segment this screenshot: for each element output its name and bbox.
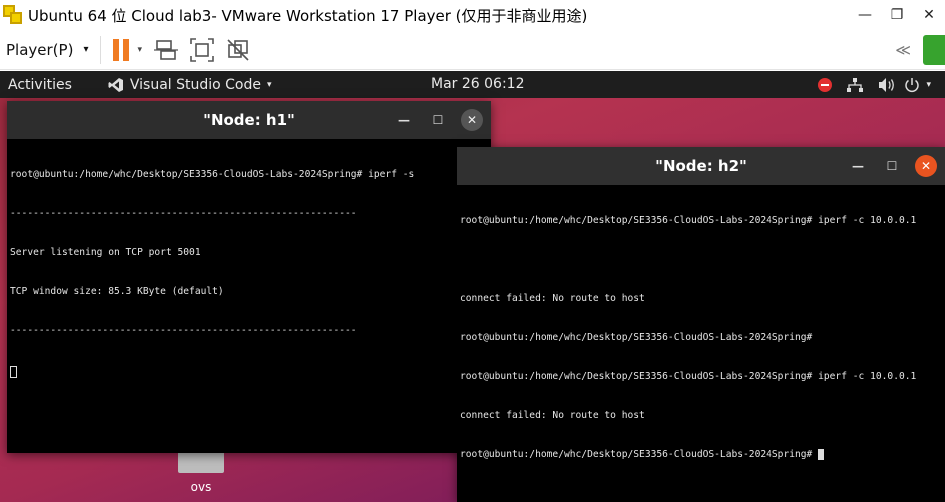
terminal-title-bar[interactable]: "Node: h1" — ☐ ✕ <box>7 101 491 139</box>
terminal-line: root@ubuntu:/home/whc/Desktop/SE3356-Clo… <box>10 169 415 180</box>
terminal-cursor <box>818 448 825 460</box>
terminal-line: connect failed: No route to host <box>460 293 645 304</box>
toolbar-right: ≪ <box>895 30 945 70</box>
send-ctrl-alt-del-icon[interactable] <box>154 38 178 62</box>
minimize-window-button[interactable]: — <box>849 0 881 30</box>
vmware-side-tab[interactable] <box>923 35 945 65</box>
restore-window-button[interactable]: ❐ <box>881 0 913 30</box>
fit-guest-icon[interactable] <box>190 37 214 62</box>
power-icon[interactable] <box>904 77 920 93</box>
terminal-line: connect failed: No route to host <box>460 410 645 421</box>
network-wired-icon[interactable] <box>846 77 864 93</box>
terminal-line: root@ubuntu:/home/whc/Desktop/SE3356-Clo… <box>460 371 917 382</box>
pause-icon-bar <box>123 38 130 61</box>
window-controls: — ❐ ✕ <box>849 0 945 30</box>
pause-vm-button[interactable]: ▾ <box>113 38 142 61</box>
minimize-terminal-button[interactable]: — <box>393 109 415 131</box>
unity-mode-disabled-icon[interactable] <box>226 38 250 62</box>
terminal-prompt: root@ubuntu:/home/whc/Desktop/SE3356-Clo… <box>460 449 819 460</box>
maximize-terminal-button[interactable]: ☐ <box>881 155 903 177</box>
terminal-line: ----------------------------------------… <box>10 208 357 219</box>
app-menu-label: Visual Studio Code <box>129 76 262 93</box>
vscode-icon <box>108 77 123 92</box>
terminal-window-h2[interactable]: "Node: h2" — ☐ ✕ root@ubuntu:/home/whc/D… <box>457 147 945 502</box>
terminal-output[interactable]: root@ubuntu:/home/whc/Desktop/SE3356-Clo… <box>7 139 491 408</box>
maximize-terminal-button[interactable]: ☐ <box>427 109 449 131</box>
toolbar-divider <box>100 35 102 64</box>
terminal-title: "Node: h1" <box>203 111 295 129</box>
vmware-title-bar: Ubuntu 64 位 Cloud lab3- VMware Workstati… <box>0 0 945 30</box>
system-tray[interactable]: ▾ <box>818 71 945 98</box>
pause-icon <box>113 38 120 61</box>
ovs-folder-icon[interactable] <box>178 451 224 473</box>
terminal-line: root@ubuntu:/home/whc/Desktop/SE3356-Clo… <box>460 332 813 343</box>
chevron-down-icon[interactable]: ▾ <box>137 45 142 55</box>
close-window-button[interactable]: ✕ <box>913 0 945 30</box>
chevron-down-icon: ▾ <box>83 44 89 55</box>
collapse-toolbar-icon[interactable]: ≪ <box>895 41 911 59</box>
terminal-title-bar[interactable]: "Node: h2" — ☐ ✕ <box>457 147 945 185</box>
window-title: Ubuntu 64 位 Cloud lab3- VMware Workstati… <box>28 6 588 25</box>
terminal-line: ----------------------------------------… <box>10 325 357 336</box>
terminal-line: Server listening on TCP port 5001 <box>10 247 201 258</box>
guest-desktop[interactable]: Activities Visual Studio Code ▾ Mar 26 0… <box>0 71 945 502</box>
terminal-line: TCP window size: 85.3 KByte (default) <box>10 286 224 297</box>
clock[interactable]: Mar 26 06:12 <box>431 76 524 92</box>
player-menu-label: Player(P) <box>6 40 74 59</box>
terminal-controls: — ☐ ✕ <box>381 101 483 139</box>
player-menu-button[interactable]: Player(P) ▾ <box>6 41 88 59</box>
activities-button[interactable]: Activities <box>8 77 72 93</box>
terminal-cursor <box>10 366 17 378</box>
terminal-output[interactable]: root@ubuntu:/home/whc/Desktop/SE3356-Clo… <box>457 185 945 490</box>
close-terminal-button[interactable]: ✕ <box>915 155 937 177</box>
terminal-title: "Node: h2" <box>655 157 747 175</box>
app-menu-button[interactable]: Visual Studio Code ▾ <box>108 77 272 93</box>
terminal-line: root@ubuntu:/home/whc/Desktop/SE3356-Clo… <box>460 215 917 226</box>
do-not-disturb-icon[interactable] <box>818 77 833 92</box>
minimize-terminal-button[interactable]: — <box>847 155 869 177</box>
close-terminal-button[interactable]: ✕ <box>461 109 483 131</box>
volume-icon[interactable] <box>878 77 896 93</box>
vmware-logo-icon <box>2 4 24 26</box>
terminal-controls: — ☐ ✕ <box>835 147 937 185</box>
chevron-down-icon: ▾ <box>267 79 272 90</box>
vmware-toolbar: Player(P) ▾ ▾ ≪ <box>0 30 945 70</box>
chevron-down-icon[interactable]: ▾ <box>926 80 931 90</box>
gnome-top-bar: Activities Visual Studio Code ▾ Mar 26 0… <box>0 71 945 98</box>
desktop-icon-label: ovs <box>190 480 212 494</box>
terminal-window-h1[interactable]: "Node: h1" — ☐ ✕ root@ubuntu:/home/whc/D… <box>7 101 491 453</box>
